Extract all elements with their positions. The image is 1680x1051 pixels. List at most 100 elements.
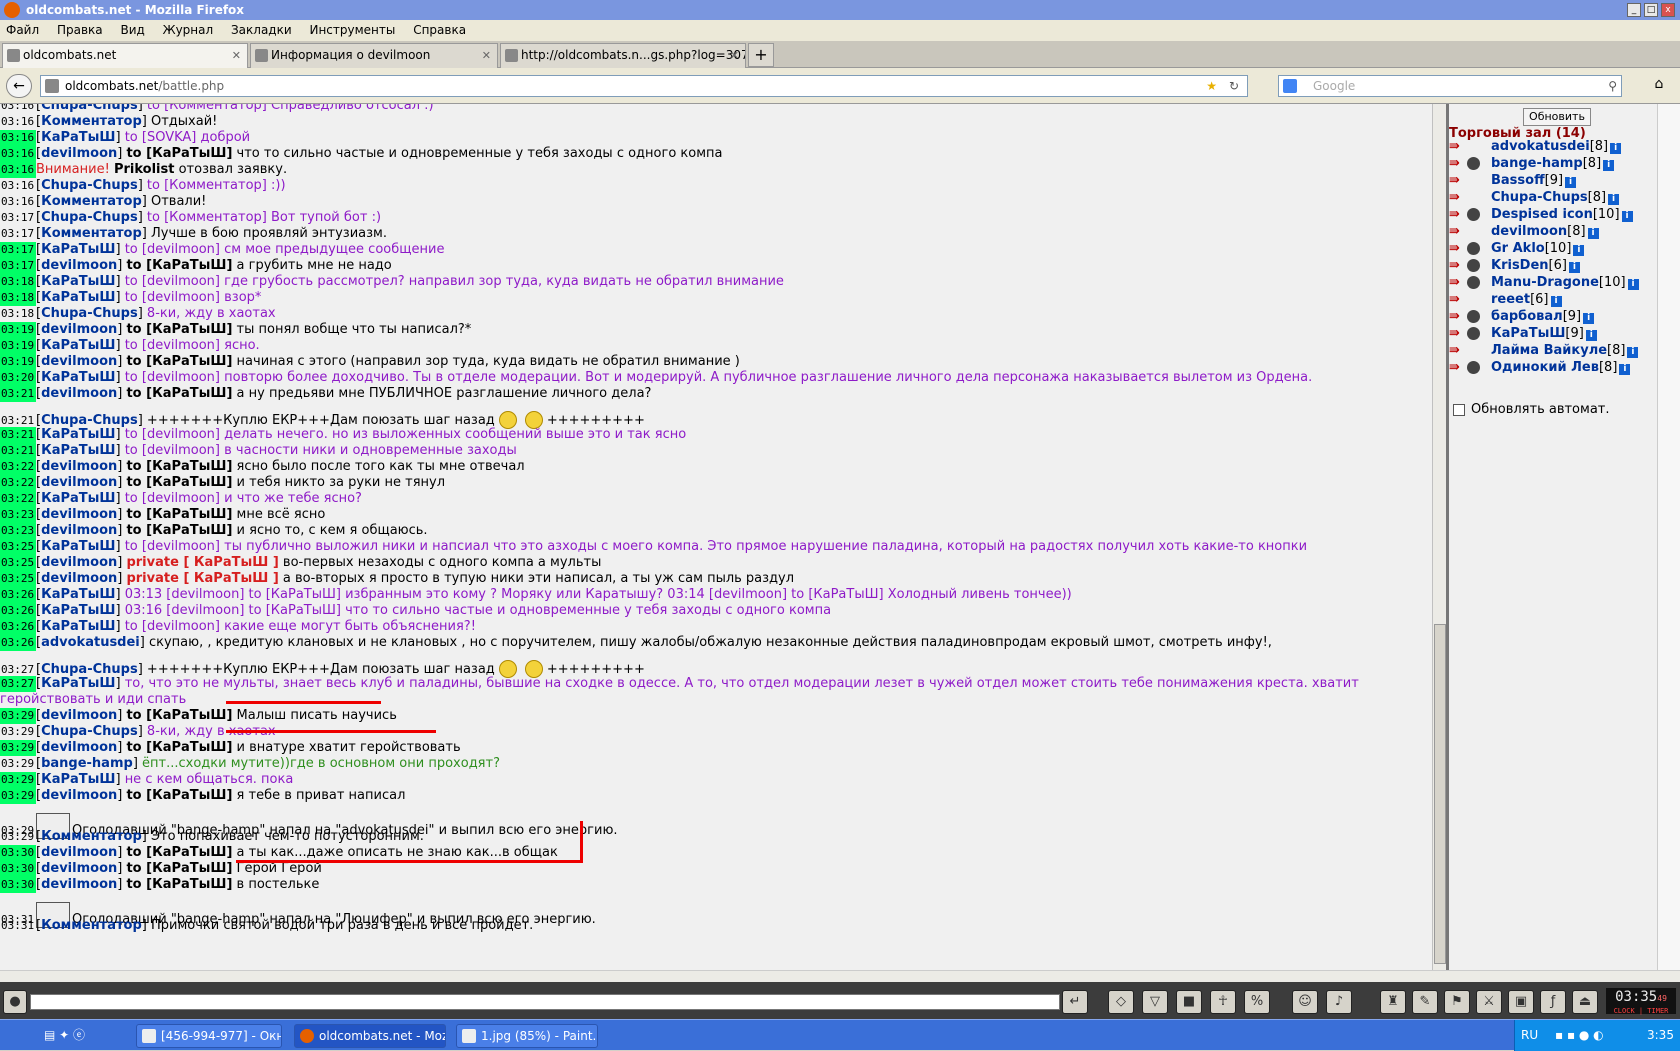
sender-name[interactable]: devilmoon: [41, 459, 117, 474]
sender-name[interactable]: Комментатор: [41, 194, 142, 209]
back-button[interactable]: ←: [6, 74, 32, 98]
fight-icon[interactable]: ⚔: [1476, 990, 1502, 1014]
sender-name[interactable]: Chupa-Chups: [41, 662, 138, 677]
info-icon[interactable]: i: [1619, 364, 1631, 375]
sender-name[interactable]: advokatusdei: [41, 635, 140, 650]
recipient[interactable]: to [КаРаТыШ]: [126, 354, 232, 369]
recipient[interactable]: to [devilmoon]: [125, 290, 220, 305]
recipient[interactable]: to [КаРаТыШ]: [126, 507, 232, 522]
sender-name[interactable]: devilmoon: [41, 386, 117, 401]
sender-name[interactable]: КаРаТыШ: [41, 274, 115, 289]
recipient[interactable]: to [devilmoon]: [125, 427, 220, 442]
sender-name[interactable]: Chupa-Chups: [41, 413, 138, 428]
close-tab-icon[interactable]: ✕: [232, 44, 241, 67]
player-row[interactable]: ⇛ reeet[6] i: [1449, 291, 1562, 309]
percent-icon[interactable]: %: [1244, 990, 1270, 1014]
sender-name[interactable]: devilmoon: [41, 845, 117, 860]
recipient[interactable]: to [КаРаТыШ]: [126, 322, 232, 337]
player-name[interactable]: bange-hamp: [1491, 156, 1583, 171]
recipient[interactable]: to [Комментатор]: [147, 104, 267, 113]
send-icon[interactable]: ↵: [1062, 990, 1088, 1014]
sender-name[interactable]: devilmoon: [41, 877, 117, 892]
info-icon[interactable]: i: [1608, 194, 1620, 205]
private-recipient[interactable]: private [ КаРаТыШ ]: [126, 555, 278, 570]
player-name[interactable]: Bassoff: [1491, 173, 1545, 188]
quick-launch[interactable]: ▤ ✦ ⓔ: [20, 1024, 130, 1048]
home-icon[interactable]: ⌂: [1648, 76, 1670, 96]
player-name[interactable]: Gr Aklo: [1491, 241, 1545, 256]
recipient[interactable]: to [devilmoon]: [125, 242, 220, 257]
sender-name[interactable]: КаРаТыШ: [41, 619, 115, 634]
sender-name[interactable]: КаРаТыШ: [41, 370, 115, 385]
player-name[interactable]: Одинокий Лев: [1491, 360, 1599, 375]
player-row[interactable]: ⇛ Одинокий Лев[8] i: [1449, 359, 1631, 377]
language-indicator[interactable]: RU: [1521, 1020, 1538, 1051]
scroll-thumb[interactable]: [1434, 624, 1446, 964]
recipient[interactable]: to [КаРаТыШ]: [126, 708, 232, 723]
recipient[interactable]: to [devilmoon]: [125, 539, 220, 554]
sender-name[interactable]: Chupa-Chups: [41, 724, 138, 739]
tab-info[interactable]: Информация о devilmoon ✕: [250, 43, 498, 68]
search-icon[interactable]: ⚲: [1608, 76, 1617, 96]
sender-name[interactable]: КаРаТыШ: [41, 603, 115, 618]
flag-icon[interactable]: ⚑: [1444, 990, 1470, 1014]
sender-name[interactable]: Chupa-Chups: [41, 306, 138, 321]
sender-name[interactable]: devilmoon: [41, 788, 117, 803]
sender-name[interactable]: bange-hamp: [41, 756, 133, 771]
auto-refresh-checkbox[interactable]: [1453, 403, 1465, 416]
menu-view[interactable]: Вид: [120, 23, 144, 37]
recipient[interactable]: to [КаРаТыШ]: [126, 788, 232, 803]
menu-help[interactable]: Справка: [413, 23, 466, 37]
menu-bookmarks[interactable]: Закладки: [231, 23, 292, 37]
recipient[interactable]: to [КаРаТыШ]: [126, 845, 232, 860]
new-tab-button[interactable]: +: [748, 43, 774, 67]
recipient[interactable]: to [devilmoon]: [125, 619, 220, 634]
minimize-button[interactable]: _: [1627, 3, 1641, 17]
sender-name[interactable]: Chupa-Chups: [41, 104, 138, 113]
recipient[interactable]: to [КаРаТыШ]: [126, 146, 232, 161]
recipient[interactable]: to [devilmoon]: [125, 443, 220, 458]
player-name[interactable]: Manu-Dragone: [1491, 275, 1599, 290]
recipient[interactable]: to [Комментатор]: [147, 178, 267, 193]
player-name[interactable]: барбовал: [1491, 309, 1563, 324]
tab-oldcombats[interactable]: oldcombats.net ✕: [2, 43, 248, 68]
info-icon[interactable]: i: [1568, 262, 1580, 273]
private-recipient[interactable]: private [ КаРаТыШ ]: [126, 571, 278, 586]
menu-history[interactable]: Журнал: [163, 23, 214, 37]
sender-name[interactable]: КаРаТыШ: [41, 772, 115, 787]
chat-input[interactable]: [30, 994, 1060, 1010]
player-row[interactable]: ⇛ барбовал[9] i: [1449, 308, 1595, 326]
sound-icon[interactable]: ♪: [1326, 990, 1352, 1014]
sender-name[interactable]: КаРаТыШ: [41, 676, 115, 691]
sender-name[interactable]: devilmoon: [41, 258, 117, 273]
player-row[interactable]: ⇛ Despised icon[10] i: [1449, 206, 1633, 224]
sender-name[interactable]: devilmoon: [41, 740, 117, 755]
inventory-icon[interactable]: ▣: [1508, 990, 1534, 1014]
sender-name[interactable]: devilmoon: [41, 507, 117, 522]
horizontal-scrollbar[interactable]: [0, 970, 1680, 982]
info-icon[interactable]: i: [1627, 279, 1639, 290]
player-row[interactable]: ⇛ devilmoon[8] i: [1449, 223, 1599, 241]
info-icon[interactable]: i: [1550, 296, 1562, 307]
filter-icon[interactable]: ▽: [1142, 990, 1168, 1014]
info-icon[interactable]: i: [1583, 313, 1595, 324]
recipient[interactable]: to [devilmoon]: [125, 338, 220, 353]
sender-name[interactable]: КаРаТыШ: [41, 491, 115, 506]
player-name[interactable]: advokatusdei: [1491, 139, 1590, 154]
player-icon[interactable]: ☥: [1210, 990, 1236, 1014]
sender-name[interactable]: Комментатор: [41, 226, 142, 241]
sender-name[interactable]: КаРаТыШ: [41, 338, 115, 353]
player-row[interactable]: ⇛ Bassoff[9] i: [1449, 172, 1577, 190]
sender-name[interactable]: Chupa-Chups: [41, 210, 138, 225]
player-name[interactable]: reeet: [1491, 292, 1530, 307]
exit-icon[interactable]: ⏏: [1572, 990, 1598, 1014]
player-row[interactable]: ⇛ Gr Aklo[10] i: [1449, 240, 1585, 258]
player-row[interactable]: ⇛ advokatusdei[8] i: [1449, 138, 1622, 156]
maximize-button[interactable]: □: [1644, 3, 1658, 17]
player-name[interactable]: Лайма Вайкуле: [1491, 343, 1607, 358]
sender-name[interactable]: КаРаТыШ: [41, 587, 115, 602]
tab-log[interactable]: http://oldcombats.n...gs.php?log=3075012…: [500, 43, 746, 68]
bell-icon[interactable]: ♜: [1380, 990, 1406, 1014]
panel-scrollbar[interactable]: [1657, 104, 1680, 970]
recipient[interactable]: to [КаРаТыШ]: [126, 877, 232, 892]
